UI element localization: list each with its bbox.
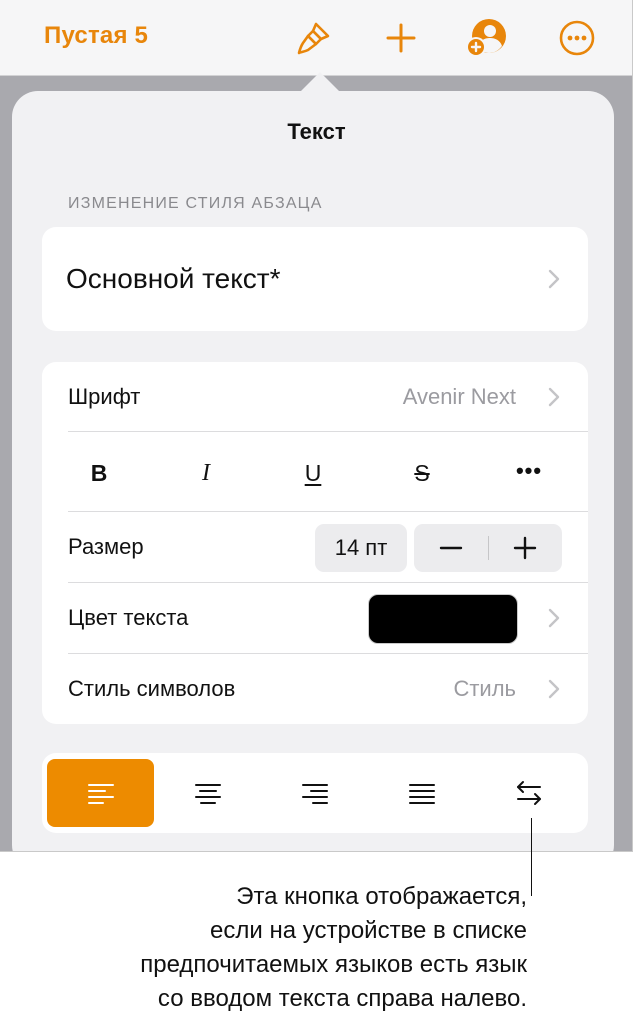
text-direction-icon (516, 781, 541, 805)
chevron-right-icon (548, 608, 560, 628)
callout-leader-line (531, 818, 532, 896)
minus-icon (439, 546, 463, 550)
font-value: Avenir Next (402, 383, 516, 409)
font-settings-card: Шрифт Avenir Next B I U S ••• Размер 14 … (42, 362, 588, 724)
align-center-button[interactable] (154, 759, 261, 827)
align-center-icon (194, 784, 221, 804)
app-screen: Пустая 5 Текст ИЗМЕНЕНИЕ СТИЛЯ АБЗАЦА Ос… (0, 0, 633, 852)
text-color-swatch[interactable] (368, 594, 518, 644)
more-icon[interactable] (555, 16, 599, 60)
text-color-label: Цвет текста (68, 605, 189, 630)
font-size-field[interactable]: 14 пт (315, 524, 407, 572)
decrease-size-button[interactable] (414, 524, 488, 572)
size-label: Размер (68, 534, 144, 559)
chevron-right-icon (548, 679, 560, 699)
toolbar: Пустая 5 (0, 0, 632, 76)
align-justify-button[interactable] (368, 759, 475, 827)
font-size-stepper (414, 524, 562, 572)
chevron-right-icon (548, 387, 560, 407)
italic-button[interactable]: I (176, 448, 236, 498)
font-row[interactable]: Шрифт Avenir Next (42, 362, 588, 431)
underline-button[interactable]: U (283, 448, 343, 498)
strikethrough-button[interactable]: S (392, 448, 452, 498)
section-header: ИЗМЕНЕНИЕ СТИЛЯ АБЗАЦА (68, 195, 323, 212)
align-left-button[interactable] (47, 759, 154, 827)
increase-size-button[interactable] (488, 524, 562, 572)
alignment-card (42, 753, 588, 833)
collaborate-icon[interactable] (464, 16, 508, 60)
callout-text: Эта кнопка отображается, если на устройс… (7, 880, 527, 1016)
bold-button[interactable]: B (69, 448, 129, 498)
plus-icon (513, 536, 537, 560)
font-label: Шрифт (68, 383, 141, 409)
more-format-button[interactable]: ••• (499, 446, 559, 496)
chevron-right-icon (548, 269, 560, 289)
panel-title: Текст (287, 119, 346, 144)
callout-line-3: предпочитаемых языков есть язык (140, 951, 527, 978)
plus-icon[interactable] (379, 16, 423, 60)
character-style-label: Стиль символов (68, 676, 236, 701)
popover-pointer (300, 72, 340, 92)
document-title[interactable]: Пустая 5 (44, 22, 148, 50)
paragraph-style-label: Основной текст* (66, 263, 281, 294)
text-direction-button[interactable] (475, 759, 582, 827)
character-style-row[interactable]: Стиль символов Стиль (42, 653, 588, 724)
callout-line-2: если на устройстве в списке (210, 917, 527, 944)
callout-line-1: Эта кнопка отображается, (236, 883, 527, 910)
paragraph-style-row[interactable]: Основной текст* (42, 227, 588, 331)
align-left-icon (87, 784, 114, 804)
align-right-icon (301, 784, 328, 804)
align-justify-icon (408, 784, 435, 804)
align-right-button[interactable] (261, 759, 368, 827)
paintbrush-icon[interactable] (292, 16, 336, 60)
divider (68, 431, 588, 432)
callout-line-4: со вводом текста справа налево. (157, 985, 527, 1012)
character-style-value: Стиль (453, 676, 516, 701)
